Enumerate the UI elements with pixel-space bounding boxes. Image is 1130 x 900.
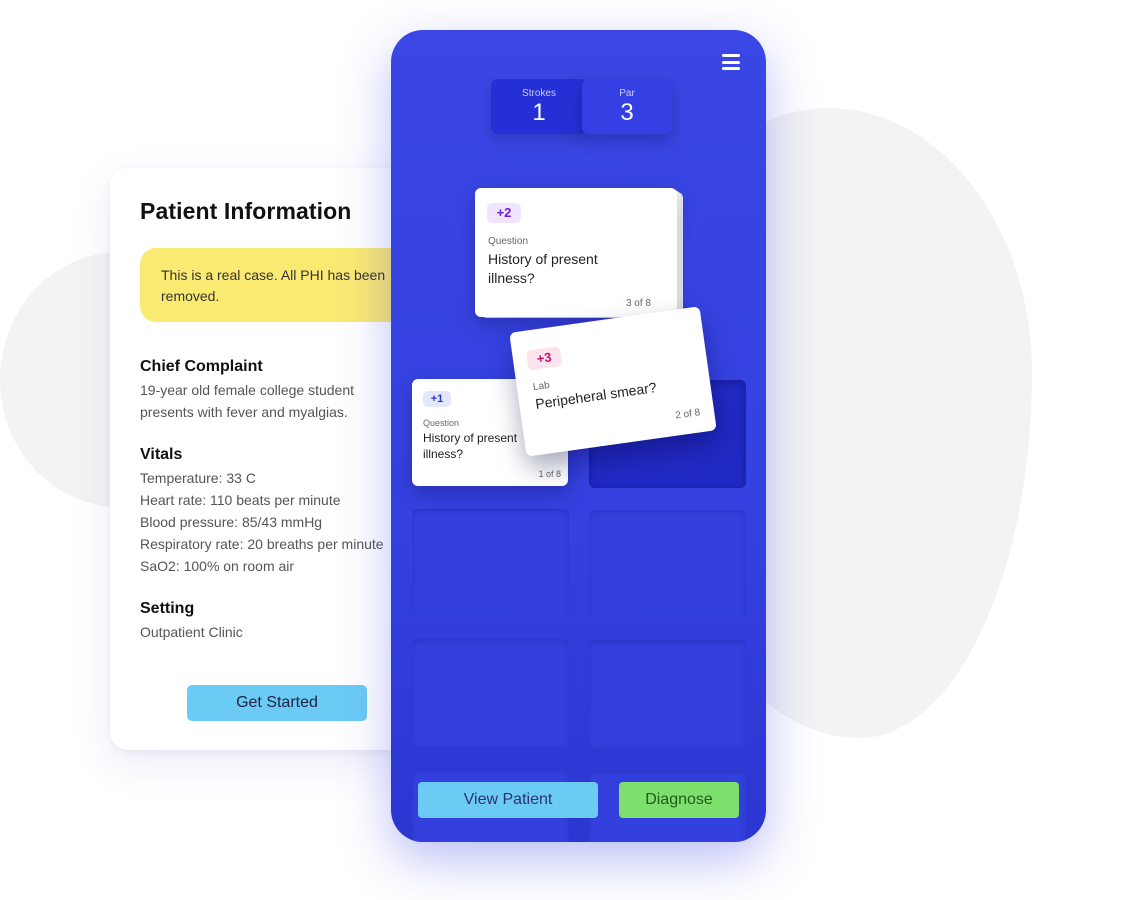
get-started-button[interactable]: Get Started bbox=[187, 685, 367, 721]
diagnose-button[interactable]: Diagnose bbox=[619, 782, 739, 818]
setting-heading: Setting bbox=[140, 600, 195, 617]
vitals-heading: Vitals bbox=[140, 446, 183, 463]
card-question-line-1: History of present bbox=[423, 431, 518, 445]
view-patient-button[interactable]: View Patient bbox=[418, 782, 598, 818]
card-question-line-2: illness? bbox=[488, 270, 535, 286]
card-type: Question bbox=[488, 236, 529, 247]
vital-blood-pressure: Blood pressure: 85/43 mmHg bbox=[140, 514, 323, 530]
vital-respiratory-rate: Respiratory rate: 20 breaths per minute bbox=[140, 536, 384, 552]
card-slot[interactable] bbox=[412, 639, 569, 747]
vital-heart-rate: Heart rate: 110 beats per minute bbox=[140, 492, 341, 508]
chief-complaint-heading: Chief Complaint bbox=[140, 358, 263, 375]
card-count: 1 of 8 bbox=[538, 469, 561, 479]
lab-card-dragging[interactable]: +3 Lab Peripeheral smear? 2 of 8 bbox=[509, 306, 717, 457]
patient-info-title: Patient Information bbox=[140, 198, 352, 224]
vital-temperature: Temperature: 33 C bbox=[140, 470, 256, 486]
par-value: 3 bbox=[620, 99, 634, 126]
card-slot[interactable] bbox=[589, 640, 746, 748]
par-label: Par bbox=[619, 88, 635, 99]
strokes-label: Strokes bbox=[522, 88, 556, 99]
phi-notice: This is a real case. All PHI has been re… bbox=[140, 248, 420, 322]
points-badge: +3 bbox=[525, 346, 563, 371]
card-slot[interactable] bbox=[412, 509, 569, 617]
setting-text: Outpatient Clinic bbox=[140, 624, 243, 640]
patient-info-card: Patient Information This is a real case.… bbox=[110, 168, 430, 750]
game-phone-screen: Strokes 1 Par 3 +2 Question History of p… bbox=[391, 30, 766, 842]
card-question-line-2: illness? bbox=[423, 447, 464, 461]
hamburger-menu-icon[interactable] bbox=[722, 54, 740, 70]
card-count: 2 of 8 bbox=[674, 407, 701, 422]
strokes-value: 1 bbox=[532, 99, 546, 126]
card-type: Question bbox=[423, 418, 460, 428]
vital-sao2: SaO2: 100% on room air bbox=[140, 558, 295, 574]
strokes-counter: Strokes 1 bbox=[491, 79, 587, 134]
question-card-deck-top[interactable]: +2 Question History of present illness? … bbox=[475, 188, 677, 317]
card-question-line-1: History of present bbox=[488, 251, 598, 267]
points-badge: +1 bbox=[423, 391, 451, 407]
card-type: Lab bbox=[532, 379, 551, 394]
card-slot[interactable] bbox=[589, 510, 746, 618]
points-badge: +2 bbox=[487, 203, 521, 223]
chief-complaint-line-1: 19-year old female college student bbox=[140, 382, 355, 398]
card-question-line-1: Peripeheral smear? bbox=[534, 379, 658, 412]
card-count: 3 of 8 bbox=[625, 298, 651, 309]
par-counter: Par 3 bbox=[582, 79, 672, 134]
chief-complaint-line-2: presents with fever and myalgias. bbox=[140, 404, 348, 420]
